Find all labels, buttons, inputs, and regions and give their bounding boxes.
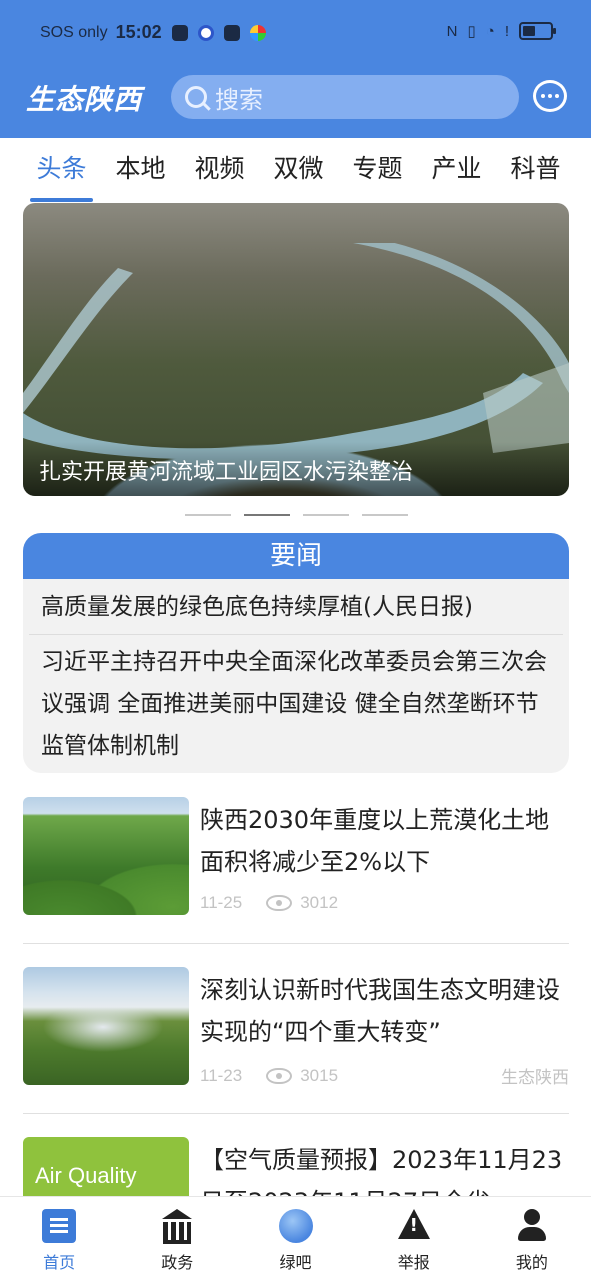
nav-green-bar-label: 绿吧	[279, 1253, 312, 1272]
views-eye-icon	[266, 895, 293, 911]
carousel-dot	[303, 514, 349, 516]
article-meta: 11-25 3012	[200, 893, 569, 913]
nav-green-bar[interactable]: 绿吧	[236, 1197, 354, 1280]
banner-carousel[interactable]: 扎实开展黄河流域工业园区水污染整治	[23, 203, 569, 496]
carousel-dot	[362, 514, 408, 516]
green-bar-icon	[278, 1209, 313, 1243]
wifi-icon: ◔	[485, 22, 495, 40]
tab-weibo-wechat[interactable]: 双微	[259, 140, 338, 202]
app-notification-icon	[249, 24, 266, 41]
article-thumbnail	[23, 967, 189, 1085]
article-thumbnail: Air Quality	[23, 1137, 189, 1196]
important-news-card: 要闻 高质量发展的绿色底色持续厚植(人民日报) 习近平主持召开中央全面深化改革委…	[23, 533, 569, 773]
article-title: 深刻认识新时代我国生态文明建设实现的“四个重大转变”	[200, 976, 560, 1046]
divider	[23, 1113, 569, 1114]
article-thumbnail	[23, 797, 189, 915]
article-item[interactable]: Air Quality 【空气质量预报】2023年11月23日至2023年11月…	[23, 1137, 569, 1196]
banner-caption: 扎实开展黄河流域工业园区水污染整治	[23, 442, 569, 496]
nav-profile[interactable]: 我的	[473, 1197, 591, 1280]
carousel-dot-active	[244, 514, 290, 516]
headline-item[interactable]: 习近平主持召开中央全面深化改革委员会第三次会议强调 全面推进美丽中国建设 健全自…	[23, 635, 569, 767]
carousel-indicator	[185, 514, 408, 516]
carrier-label: SOS only	[40, 23, 108, 41]
signal-alert-icon: !	[504, 22, 509, 40]
nav-report-label: 举报	[397, 1253, 430, 1272]
search-input[interactable]: 搜索	[171, 75, 519, 119]
tab-local[interactable]: 本地	[101, 140, 180, 202]
profile-icon	[515, 1209, 549, 1243]
carousel-dot	[185, 514, 231, 516]
headline-item[interactable]: 高质量发展的绿色底色持续厚植(人民日报)	[29, 579, 563, 635]
nav-profile-label: 我的	[515, 1253, 548, 1272]
thumbnail-text: Air Quality	[35, 1163, 137, 1188]
nav-government-label: 政务	[161, 1253, 194, 1272]
article-date: 11-25	[200, 893, 243, 912]
category-tabs: 头条 本地 视频 双微 专题 产业 科普	[0, 140, 591, 202]
battery-icon	[519, 22, 556, 40]
government-icon	[160, 1209, 194, 1244]
river-bend-image	[23, 243, 569, 460]
important-news-header: 要闻	[23, 533, 569, 579]
message-icon[interactable]	[533, 80, 567, 112]
views-eye-icon	[266, 1067, 293, 1084]
bottom-navigation: 首页 政务 绿吧 举报 我的	[0, 1196, 591, 1280]
nav-government[interactable]: 政务	[118, 1197, 236, 1280]
status-bar: SOS only 15:02 N ▯ ◔ !	[0, 14, 591, 54]
divider	[23, 943, 569, 944]
search-icon	[185, 86, 207, 108]
article-date: 11-23	[200, 1065, 243, 1085]
tab-science[interactable]: 科普	[496, 140, 575, 202]
vibrate-icon: ▯	[467, 23, 476, 40]
nfc-icon: N	[446, 22, 458, 40]
article-item[interactable]: 陕西2030年重度以上荒漠化土地面积将减少至2%以下 11-25 3012	[23, 797, 569, 917]
game-controller-icon	[171, 24, 188, 41]
tab-industry[interactable]: 产业	[417, 140, 496, 202]
search-placeholder: 搜索	[215, 85, 263, 114]
article-item[interactable]: 深刻认识新时代我国生态文明建设实现的“四个重大转变” 11-23 3015 生态…	[23, 967, 569, 1087]
article-views: 3015	[300, 1065, 339, 1085]
nav-home-label: 首页	[43, 1253, 76, 1272]
article-title: 【空气质量预报】2023年11月23日至2023年11月27日全省	[200, 1146, 563, 1196]
nav-home[interactable]: 首页	[0, 1197, 118, 1280]
vpn-icon	[223, 24, 240, 41]
home-icon	[42, 1209, 77, 1243]
tab-headlines[interactable]: 头条	[22, 140, 101, 202]
shield-icon	[197, 24, 214, 41]
article-source: 生态陕西	[501, 1068, 569, 1087]
clock: 15:02	[115, 22, 162, 42]
app-logo: 生态陕西	[26, 83, 143, 116]
article-meta: 11-23 3015 生态陕西	[200, 1063, 569, 1088]
nav-report[interactable]: 举报	[355, 1197, 473, 1280]
tab-topics[interactable]: 专题	[338, 140, 417, 202]
article-title: 陕西2030年重度以上荒漠化土地面积将减少至2%以下	[200, 806, 550, 876]
article-views: 3012	[300, 893, 339, 912]
report-warning-icon	[397, 1209, 431, 1243]
tab-video[interactable]: 视频	[180, 140, 259, 202]
